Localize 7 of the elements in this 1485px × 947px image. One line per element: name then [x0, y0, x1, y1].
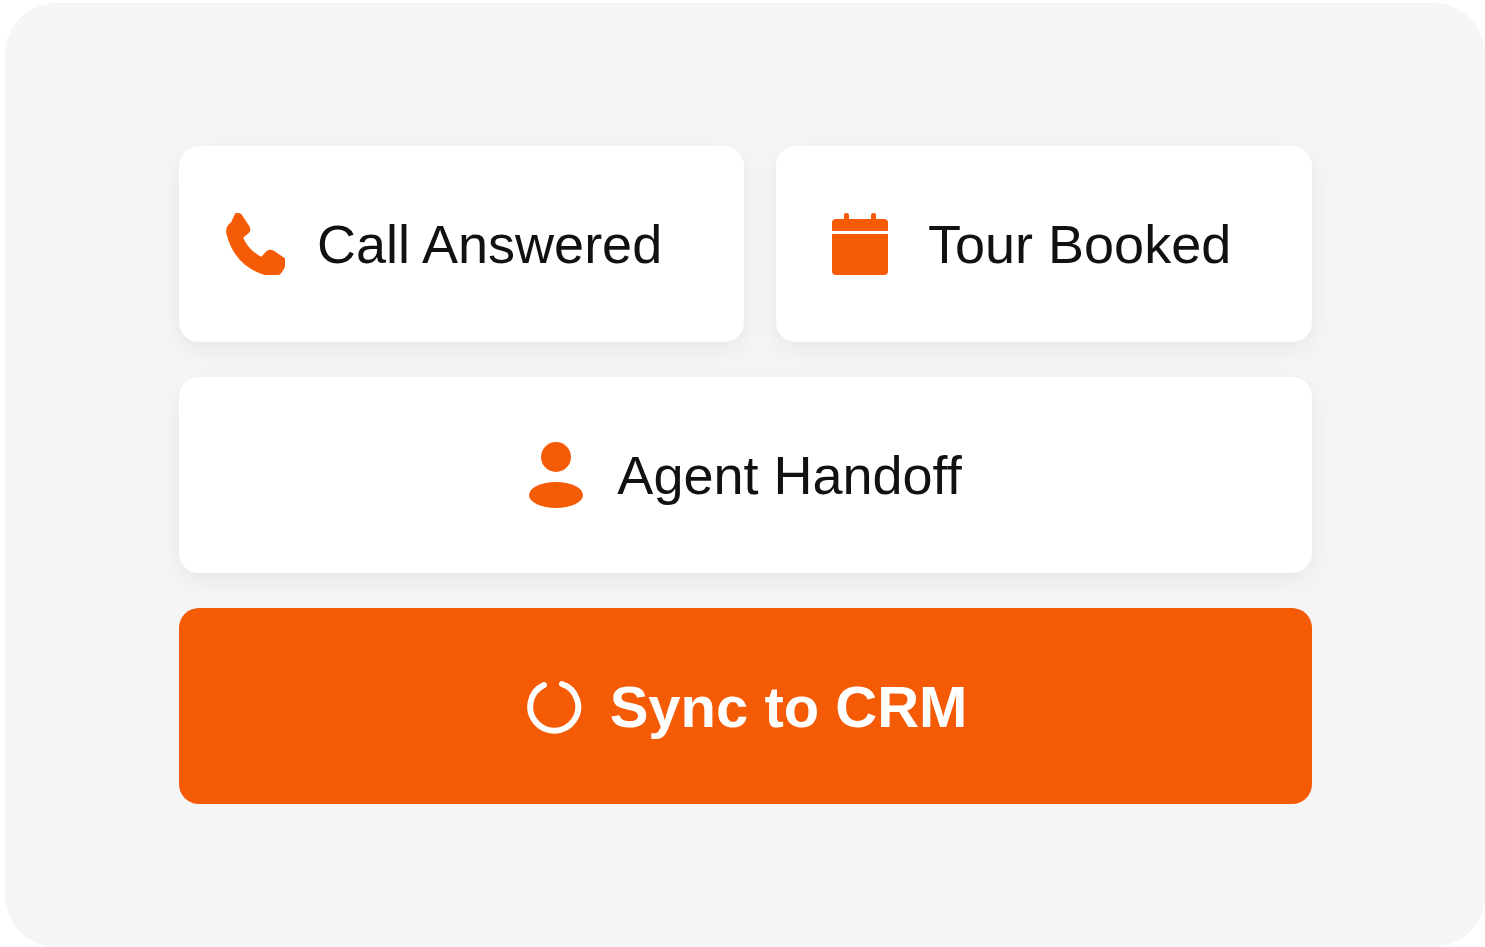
- event-label: Agent Handoff: [617, 444, 962, 506]
- sync-button[interactable]: Sync to CRM: [179, 608, 1312, 804]
- person-icon: [529, 442, 584, 508]
- calendar-icon: [832, 213, 888, 275]
- event-label: Tour Booked: [928, 213, 1232, 275]
- event-label: Call Answered: [317, 213, 663, 275]
- phone-icon: [223, 213, 285, 275]
